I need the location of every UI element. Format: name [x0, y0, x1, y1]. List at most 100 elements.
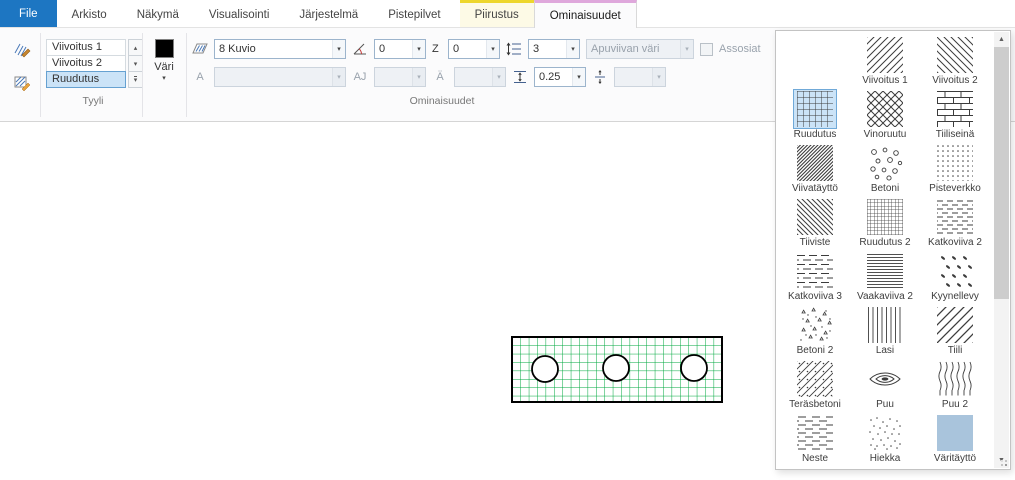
pattern-label: Vinoruutu	[864, 129, 907, 141]
pattern-cell-tiili[interactable]: Tiili	[920, 305, 990, 359]
pattern-cell-puu[interactable]: Puu	[850, 359, 920, 413]
pattern-cell-viivat-ytt[interactable]: Viivatäyttö	[780, 143, 850, 197]
chevron-down-icon: ▾	[486, 40, 499, 58]
properties-row-1: 8 Kuvio ▾ 0 ▾ Z 0 ▾ 3 ▾ Apuv	[192, 39, 771, 59]
pattern-cell-ruudutus-2[interactable]: Ruudutus 2	[850, 197, 920, 251]
style-gallery-down-button[interactable]: ▾	[128, 55, 143, 72]
hatch-edit-button[interactable]	[10, 70, 34, 94]
tab-n-kym[interactable]: Näkymä	[122, 0, 194, 27]
style-gallery-expand-button[interactable]: ▾	[128, 71, 143, 88]
pattern-cell-katkoviiva-2[interactable]: Katkoviiva 2	[920, 197, 990, 251]
tab-ominaisuudet[interactable]: Ominaisuudet	[534, 0, 637, 28]
blank-icon	[793, 35, 837, 75]
style-gallery-up-button[interactable]: ▴	[128, 39, 143, 56]
a-uml-label: Ä	[432, 71, 448, 83]
tab-piirustus[interactable]: Piirustus	[460, 0, 534, 27]
pattern-cell-lasi[interactable]: Lasi	[850, 305, 920, 359]
pattern-cell-betoni-2[interactable]: Betoni 2	[780, 305, 850, 359]
z-select-value: 0	[453, 43, 459, 55]
pattern-cell-ter-sbetoni[interactable]: Teräsbetoni	[780, 359, 850, 413]
color-button-label: Väri	[154, 61, 174, 73]
pattern-label: Viivoitus 1	[862, 75, 907, 87]
ruudutus-pattern-icon	[793, 89, 837, 129]
tab-file[interactable]: File	[0, 0, 57, 27]
group-separator	[40, 33, 41, 117]
pattern-gallery-grid: Viivoitus 1 Viivoitus 2 Ruudutus Vinoruutu T…	[780, 35, 992, 467]
aj-label: AJ	[352, 71, 368, 83]
chevron-down-icon: ▾	[332, 40, 345, 58]
scroll-up-button[interactable]: ▲	[994, 32, 1009, 47]
tab-visualisointi[interactable]: Visualisointi	[194, 0, 285, 27]
color-button[interactable]: Väri ▾	[146, 39, 182, 103]
pattern-label: Vaakaviiva 2	[857, 291, 913, 303]
style-gallery-list: Viivoitus 1Viivoitus 2Ruudutus	[46, 39, 126, 88]
pattern-cell-tiilisein[interactable]: Tiiliseinä	[920, 89, 990, 143]
chevron-down-icon: ▾	[572, 68, 585, 86]
z-select[interactable]: 0 ▾	[448, 39, 500, 59]
gallery-expand-icon: ▾	[134, 76, 138, 84]
pattern-label: Tiiliseinä	[936, 129, 975, 141]
tab-arkisto[interactable]: Arkisto	[57, 0, 122, 27]
pattern-cell-puu-2[interactable]: Puu 2	[920, 359, 990, 413]
chevron-down-icon: ▾	[680, 40, 693, 58]
pattern-label: Pisteverkko	[929, 183, 981, 195]
hatch-tool-button[interactable]	[10, 38, 34, 62]
pattern-cell-hiekka[interactable]: Hiekka	[850, 413, 920, 467]
pattern-cell-neste[interactable]: Neste	[780, 413, 850, 467]
lasi-pattern-icon	[863, 305, 907, 345]
angle-select-value: 0	[379, 43, 385, 55]
spacing-select[interactable]: 3 ▾	[528, 39, 580, 59]
resize-grip[interactable]	[998, 457, 1008, 467]
pattern-cell-viivoitus-2[interactable]: Viivoitus 2	[920, 35, 990, 89]
chevron-down-icon: ▾	[652, 68, 665, 86]
pattern-cell-betoni[interactable]: Betoni	[850, 143, 920, 197]
neste-pattern-icon	[793, 413, 837, 453]
pattern-cell-viivoitus-1[interactable]: Viivoitus 1	[850, 35, 920, 89]
offset-select[interactable]: 0.25 ▾	[534, 67, 586, 87]
viivoitus-1-pattern-icon	[863, 35, 907, 75]
style-item-ruudutus[interactable]: Ruudutus	[46, 71, 126, 88]
tab-pistepilvet[interactable]: Pistepilvet	[373, 0, 455, 27]
pattern-cell-ruudutus[interactable]: Ruudutus	[780, 89, 850, 143]
kyynellevy-pattern-icon	[933, 251, 977, 291]
tab-j-rjestelm[interactable]: Järjestelmä	[284, 0, 373, 27]
pattern-label: Katkoviiva 3	[788, 291, 842, 303]
ribbon-tabs: FileArkistoNäkymäVisualisointiJärjestelm…	[0, 0, 1015, 28]
hatch-angle-icon	[352, 41, 368, 57]
tiilisein-pattern-icon	[933, 89, 977, 129]
hatch-drawing[interactable]	[509, 334, 725, 408]
equal-spacing-button[interactable]	[592, 69, 608, 85]
chevron-down-icon: ▾	[332, 68, 345, 86]
betoni-2-pattern-icon	[793, 305, 837, 345]
chevron-down-icon: ▾	[492, 68, 505, 86]
guide-color-value: Apuviivan väri	[591, 43, 659, 55]
pattern-cell-katkoviiva-3[interactable]: Katkoviiva 3	[780, 251, 850, 305]
hiekka-pattern-icon	[863, 413, 907, 453]
style-item-viivoitus-2[interactable]: Viivoitus 2	[46, 55, 126, 72]
angle-select[interactable]: 0 ▾	[374, 39, 426, 59]
pattern-cell-vaakaviiva-2[interactable]: Vaakaviiva 2	[850, 251, 920, 305]
pattern-select-value: 8 Kuvio	[219, 43, 256, 55]
style-item-viivoitus-1[interactable]: Viivoitus 1	[46, 39, 126, 56]
group-separator	[186, 33, 187, 117]
pattern-select[interactable]: 8 Kuvio ▾	[214, 39, 346, 59]
pisteverkko-pattern-icon	[933, 143, 977, 183]
pattern-cell-vinoruutu[interactable]: Vinoruutu	[850, 89, 920, 143]
pattern-cell-tiiviste[interactable]: Tiiviste	[780, 197, 850, 251]
puu-2-pattern-icon	[933, 359, 977, 399]
pattern-label: Tiili	[948, 345, 963, 357]
gallery-scrollbar[interactable]: ▲ ▼	[994, 32, 1009, 468]
pattern-cell-pisteverkko[interactable]: Pisteverkko	[920, 143, 990, 197]
katkoviiva-3-pattern-icon	[793, 251, 837, 291]
pattern-cell-empty	[780, 35, 850, 89]
pattern-cell-kyynellevy[interactable]: Kyynellevy	[920, 251, 990, 305]
pattern-label: Ruudutus	[794, 129, 837, 141]
pattern-cell-v-rit-ytt[interactable]: Väritäyttö	[920, 413, 990, 467]
chevron-down-icon: ▾	[134, 60, 138, 68]
vinoruutu-pattern-icon	[863, 89, 907, 129]
group-separator	[142, 33, 143, 117]
edit-hatch-icon	[13, 73, 31, 91]
viivoitus-2-pattern-icon	[933, 35, 977, 75]
scrollbar-thumb[interactable]	[994, 47, 1009, 299]
scrollbar-track[interactable]	[994, 47, 1009, 453]
